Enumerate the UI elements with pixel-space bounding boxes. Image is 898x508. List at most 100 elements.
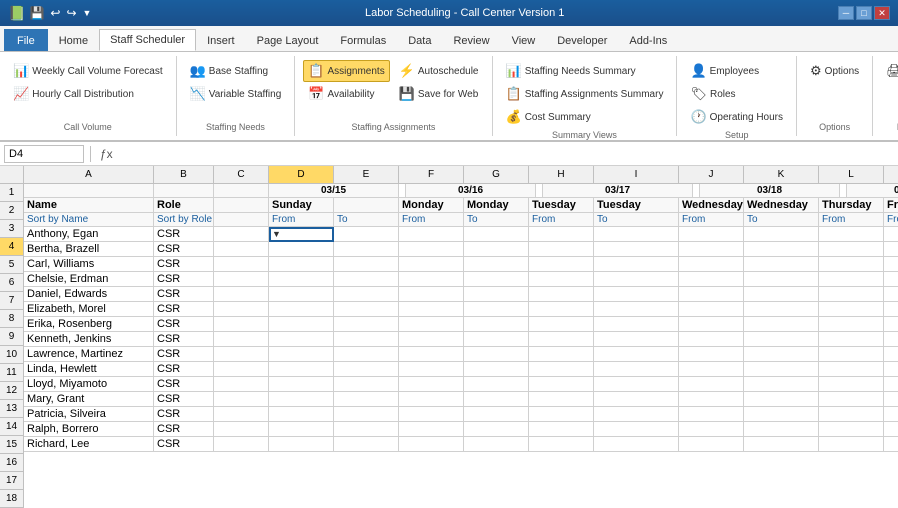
cell-D5[interactable]	[269, 242, 334, 257]
cell-J10[interactable]	[679, 317, 744, 332]
cell-H15[interactable]	[529, 392, 594, 407]
assignments-button[interactable]: 📋 Assignments	[303, 60, 389, 82]
cell-I7[interactable]	[594, 272, 679, 287]
cell-D7[interactable]	[269, 272, 334, 287]
cell-L11[interactable]	[819, 332, 884, 347]
cell-C15[interactable]	[214, 392, 269, 407]
cell-G4[interactable]	[464, 227, 529, 242]
cell-K9[interactable]	[744, 302, 819, 317]
cell-A2[interactable]: Name	[24, 198, 154, 213]
availability-button[interactable]: 📅 Availability	[303, 83, 389, 105]
cell-D16[interactable]	[269, 407, 334, 422]
cell-B15[interactable]: CSR	[154, 392, 214, 407]
cell-J14[interactable]	[679, 377, 744, 392]
cell-E10[interactable]	[334, 317, 399, 332]
cell-L13[interactable]	[819, 362, 884, 377]
cell-G5[interactable]	[464, 242, 529, 257]
cell-C13[interactable]	[214, 362, 269, 377]
cell-I11[interactable]	[594, 332, 679, 347]
cell-G7[interactable]	[464, 272, 529, 287]
cell-H17[interactable]	[529, 422, 594, 437]
cell-B18[interactable]: CSR	[154, 437, 214, 452]
cell-K18[interactable]	[744, 437, 819, 452]
cell-D13[interactable]	[269, 362, 334, 377]
cell-H4[interactable]	[529, 227, 594, 242]
cell-K6[interactable]	[744, 257, 819, 272]
staffing-assignments-summary-button[interactable]: 📋 Staffing Assignments Summary	[501, 83, 669, 105]
cell-H16[interactable]	[529, 407, 594, 422]
cell-D9[interactable]	[269, 302, 334, 317]
cell-F8[interactable]	[399, 287, 464, 302]
cell-K8[interactable]	[744, 287, 819, 302]
cell-C6[interactable]	[214, 257, 269, 272]
cell-K10[interactable]	[744, 317, 819, 332]
cell-M12[interactable]	[884, 347, 898, 362]
cell-I6[interactable]	[594, 257, 679, 272]
base-staffing-button[interactable]: 👥 Base Staffing	[185, 60, 287, 82]
cell-D3[interactable]: From	[269, 213, 334, 227]
cell-K11[interactable]	[744, 332, 819, 347]
cell-I10[interactable]	[594, 317, 679, 332]
cell-J15[interactable]	[679, 392, 744, 407]
cell-D12[interactable]	[269, 347, 334, 362]
undo-icon[interactable]: ↩	[50, 6, 60, 20]
tab-view[interactable]: View	[501, 29, 547, 51]
cell-L12[interactable]	[819, 347, 884, 362]
cell-M15[interactable]	[884, 392, 898, 407]
cell-M10[interactable]	[884, 317, 898, 332]
cell-G14[interactable]	[464, 377, 529, 392]
cell-C17[interactable]	[214, 422, 269, 437]
cell-K16[interactable]	[744, 407, 819, 422]
cell-K4[interactable]	[744, 227, 819, 242]
cell-K13[interactable]	[744, 362, 819, 377]
cell-C4[interactable]	[214, 227, 269, 242]
cell-D15[interactable]	[269, 392, 334, 407]
tab-insert[interactable]: Insert	[196, 29, 246, 51]
cell-J9[interactable]	[679, 302, 744, 317]
cell-H8[interactable]	[529, 287, 594, 302]
cell-K2[interactable]: Wednesday	[744, 198, 819, 213]
cell-L18[interactable]	[819, 437, 884, 452]
cell-A4[interactable]: Anthony, Egan	[24, 227, 154, 242]
cell-F2[interactable]: Monday	[399, 198, 464, 213]
cell-E16[interactable]	[334, 407, 399, 422]
cell-F16[interactable]	[399, 407, 464, 422]
cell-B7[interactable]: CSR	[154, 272, 214, 287]
cell-F14[interactable]	[399, 377, 464, 392]
cell-L4[interactable]	[819, 227, 884, 242]
cell-J5[interactable]	[679, 242, 744, 257]
tab-staff-scheduler[interactable]: Staff Scheduler	[99, 29, 196, 51]
cell-A14[interactable]: Lloyd, Miyamoto	[24, 377, 154, 392]
cell-E8[interactable]	[334, 287, 399, 302]
cell-J7[interactable]	[679, 272, 744, 287]
cell-L7[interactable]	[819, 272, 884, 287]
cell-E11[interactable]	[334, 332, 399, 347]
cell-K15[interactable]	[744, 392, 819, 407]
cell-G13[interactable]	[464, 362, 529, 377]
print-button[interactable]: 🖨 Print	[881, 60, 898, 82]
cell-K5[interactable]	[744, 242, 819, 257]
cell-F10[interactable]	[399, 317, 464, 332]
maximize-button[interactable]: □	[856, 6, 872, 20]
tab-formulas[interactable]: Formulas	[329, 29, 397, 51]
cell-F1[interactable]: 03/16	[406, 184, 536, 198]
cell-B6[interactable]: CSR	[154, 257, 214, 272]
cell-I9[interactable]	[594, 302, 679, 317]
cell-K14[interactable]	[744, 377, 819, 392]
cell-C3[interactable]	[214, 213, 269, 227]
cell-L16[interactable]	[819, 407, 884, 422]
cell-A10[interactable]: Erika, Rosenberg	[24, 317, 154, 332]
formula-input[interactable]	[120, 148, 894, 160]
cell-D11[interactable]	[269, 332, 334, 347]
cell-H3[interactable]: From	[529, 213, 594, 227]
cell-E13[interactable]	[334, 362, 399, 377]
cell-F9[interactable]	[399, 302, 464, 317]
cell-J11[interactable]	[679, 332, 744, 347]
cell-F17[interactable]	[399, 422, 464, 437]
cell-D4[interactable]: ▼	[269, 227, 334, 242]
cell-E5[interactable]	[334, 242, 399, 257]
cell-A12[interactable]: Lawrence, Martinez	[24, 347, 154, 362]
cell-G15[interactable]	[464, 392, 529, 407]
dropdown-icon[interactable]: ▼	[83, 8, 92, 18]
grid-content[interactable]: 03/15 03/16 03/17 03/18 03/19 Name Role …	[24, 184, 898, 508]
